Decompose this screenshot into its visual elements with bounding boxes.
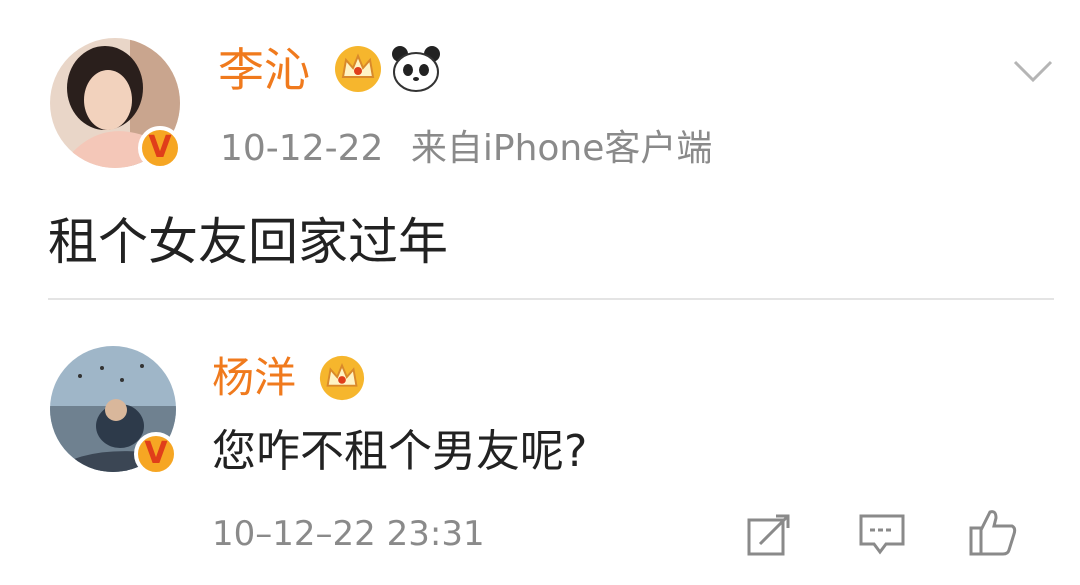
comment-content: 您咋不租个男友呢? <box>212 426 588 477</box>
crown-icon <box>335 46 381 92</box>
like-icon[interactable] <box>968 506 1018 558</box>
post-meta: 10-12-22 来自iPhone客户端 <box>220 127 712 171</box>
crown-icon <box>319 355 365 401</box>
chevron-down-icon[interactable] <box>1012 58 1054 84</box>
divider <box>48 298 1054 300</box>
comment-author-name[interactable]: 杨洋 <box>212 350 296 406</box>
post-timestamp: 10-12-22 <box>220 128 384 169</box>
share-icon[interactable] <box>746 512 792 558</box>
panda-icon <box>392 46 440 92</box>
post-content: 租个女友回家过年 <box>48 213 448 271</box>
comment-icon[interactable] <box>858 512 906 558</box>
comment-timestamp: 10–12–22 23:31 <box>212 514 485 554</box>
verified-badge: V <box>134 432 178 476</box>
verified-badge: V <box>138 126 182 170</box>
post-author-name[interactable]: 李沁 <box>218 42 310 98</box>
post-source: 来自iPhone客户端 <box>410 128 713 169</box>
